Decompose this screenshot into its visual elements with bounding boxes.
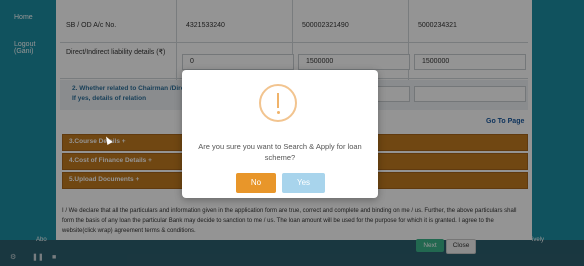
no-button[interactable]: No: [236, 173, 276, 193]
warning-icon: [259, 84, 297, 122]
confirm-dialog: Are you sure you want to Search & Apply …: [182, 70, 378, 198]
yes-button[interactable]: Yes: [282, 173, 325, 193]
confirm-message: Are you sure you want to Search & Apply …: [198, 142, 362, 162]
